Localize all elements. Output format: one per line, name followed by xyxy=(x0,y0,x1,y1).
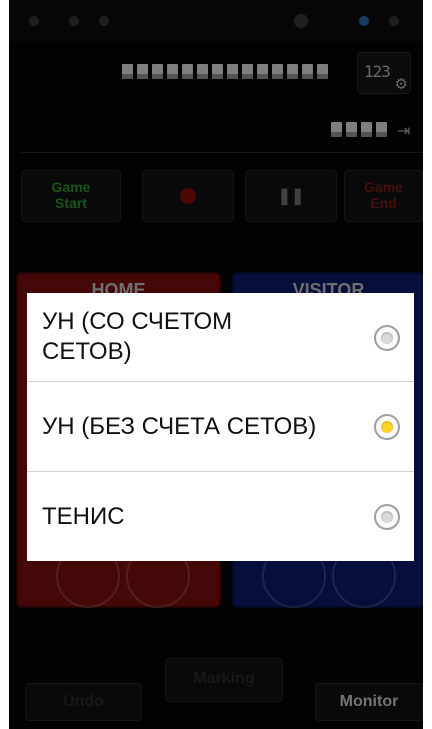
option-label: УН (СО СЧЕТОМ СЕТОВ) xyxy=(42,308,233,365)
option-label: УН (БЕЗ СЧЕТА СЕТОВ) xyxy=(42,413,317,440)
radio-icon[interactable] xyxy=(374,414,400,440)
option-tennis[interactable]: ТЕНИС xyxy=(27,472,414,561)
option-label: ТЕНИС xyxy=(42,503,125,530)
option-with-set-count[interactable]: УН (СО СЧЕТОМ СЕТОВ) xyxy=(27,293,414,382)
option-without-set-count[interactable]: УН (БЕЗ СЧЕТА СЕТОВ) xyxy=(27,382,414,472)
radio-icon[interactable] xyxy=(374,504,400,530)
score-mode-dialog: УН (СО СЧЕТОМ СЕТОВ) УН (БЕЗ СЧЕТА СЕТОВ… xyxy=(27,293,414,561)
radio-icon[interactable] xyxy=(374,325,400,351)
app-screen: 123 ⚙ ⇥ Game Start ❚❚ Game End HOME VISI… xyxy=(9,0,423,729)
